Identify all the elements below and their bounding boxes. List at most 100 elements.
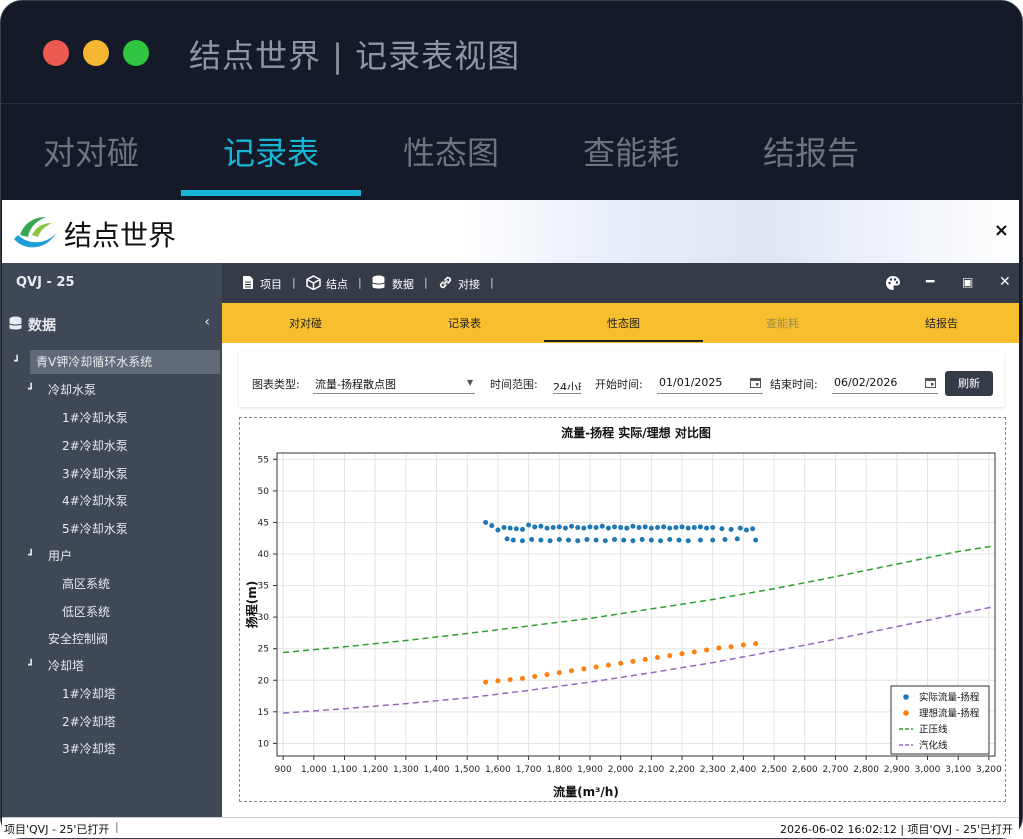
tree-collapse-icon[interactable]: ┛ <box>28 384 34 395</box>
toolbar-node-button[interactable]: 结点 <box>326 276 348 292</box>
toolbar-connect-button[interactable]: 对接 <box>458 276 480 292</box>
y-tick-label: 25 <box>258 645 269 655</box>
data-point-0 <box>728 526 734 532</box>
x-tick-label: 1,600 <box>485 765 511 775</box>
data-point-0 <box>575 538 581 544</box>
data-point-0 <box>630 538 636 544</box>
x-tick-label: 1,000 <box>301 765 327 775</box>
tree-item-users[interactable]: 用户 <box>48 544 72 568</box>
calendar-icon[interactable] <box>750 377 761 388</box>
sub-tab-records[interactable]: 记录表 <box>385 315 544 331</box>
tree-collapse-icon[interactable]: ┛ <box>28 660 34 671</box>
palette-icon[interactable] <box>885 275 901 291</box>
chevron-down-icon[interactable]: ▼ <box>467 378 473 387</box>
x-tick-label: 3,100 <box>945 765 971 775</box>
data-point-0 <box>612 524 618 530</box>
tree-item-pump-5[interactable]: 5#冷却水泵 <box>62 517 128 541</box>
sub-tab-energy: 查能耗 <box>766 317 799 330</box>
data-point-0 <box>639 536 645 542</box>
x-tick-label: 1,700 <box>516 765 542 775</box>
data-point-0 <box>667 525 673 531</box>
start-date-input[interactable]: 01/01/2025 <box>659 376 722 389</box>
close-icon[interactable]: × <box>994 220 1009 241</box>
tree-item-low-zone[interactable]: 低区系统 <box>62 600 110 624</box>
collapse-icon[interactable]: ‹ <box>204 314 210 330</box>
status-right-text: 2026-06-02 16:02:12 | 项目'QVJ - 25'已打开 <box>780 823 1013 836</box>
data-point-1 <box>507 677 513 683</box>
start-date-underline <box>657 393 763 394</box>
chart-type-label: 图表类型: <box>252 378 300 391</box>
data-point-0 <box>621 537 627 543</box>
main-tab-performance[interactable]: 性态图 <box>361 128 541 174</box>
x-tick-label: 2,300 <box>700 765 726 775</box>
x-tick-label: 3,000 <box>915 765 941 775</box>
toolbar-separator: | <box>358 276 362 289</box>
data-point-1 <box>581 666 587 672</box>
minimize-icon[interactable]: ━ <box>926 274 934 290</box>
toolbar-project-button[interactable]: 项目 <box>260 276 282 292</box>
tree-item-high-zone[interactable]: 高区系统 <box>62 572 110 596</box>
sub-tab-performance[interactable]: 性态图 <box>544 315 703 331</box>
tree-item-pump-1[interactable]: 1#冷却水泵 <box>62 406 128 430</box>
brand-logo-icon <box>14 217 56 248</box>
main-tab-records[interactable]: 记录表 <box>181 128 361 174</box>
plot-area <box>276 452 996 757</box>
calendar-icon[interactable] <box>925 377 936 388</box>
tree-item-system[interactable]: 青V钾冷却循环水系统 <box>30 350 220 374</box>
main-tab-collide[interactable]: 对对碰 <box>1 128 181 174</box>
data-point-1 <box>618 660 624 666</box>
sidebar-data-section[interactable]: 数据 ‹ <box>2 311 222 339</box>
data-point-0 <box>719 526 725 532</box>
status-left-text: 项目'QVJ - 25'已打开 <box>4 823 110 836</box>
maximize-window-button[interactable] <box>123 40 149 66</box>
data-point-1 <box>740 642 746 648</box>
sub-tab-collide[interactable]: 对对碰 <box>226 315 385 331</box>
data-point-0 <box>538 523 544 529</box>
y-tick-label: 15 <box>258 708 269 718</box>
data-point-0 <box>691 524 697 530</box>
end-date-input[interactable]: 06/02/2026 <box>834 376 897 389</box>
link-icon <box>439 276 452 289</box>
tree-item-pump-group[interactable]: 冷却水泵 <box>48 378 96 402</box>
x-tick-label: 900 <box>275 765 292 775</box>
tree-item-pump-2[interactable]: 2#冷却水泵 <box>62 434 128 458</box>
data-point-0 <box>673 524 679 530</box>
data-point-0 <box>618 524 624 530</box>
tree-collapse-icon[interactable]: ┛ <box>14 356 20 367</box>
close-window-button[interactable] <box>43 40 69 66</box>
tree-collapse-icon[interactable]: ┛ <box>28 550 34 561</box>
time-range-underline <box>553 393 581 394</box>
tree-item-safety-valve[interactable]: 安全控制阀 <box>48 627 108 651</box>
minimize-window-button[interactable] <box>83 40 109 66</box>
chart-title: 流量-扬程 实际/理想 对比图 <box>561 425 711 440</box>
project-name: QVJ - 25 <box>16 275 75 290</box>
tree-item-tower-2[interactable]: 2#冷却塔 <box>62 710 116 734</box>
data-point-0 <box>538 537 544 543</box>
tree-item-tower-1[interactable]: 1#冷却塔 <box>62 682 116 706</box>
chart-type-underline <box>313 393 475 394</box>
data-point-0 <box>599 523 605 529</box>
data-point-1 <box>556 670 562 676</box>
tree-item-pump-3[interactable]: 3#冷却水泵 <box>62 462 128 486</box>
data-point-1 <box>495 678 501 684</box>
sub-tab-report[interactable]: 结报告 <box>862 315 1021 331</box>
x-tick-label: 2,000 <box>608 765 634 775</box>
time-range-field[interactable]: 24小时 <box>553 376 581 390</box>
tree-item-pump-4[interactable]: 4#冷却水泵 <box>62 489 128 513</box>
x-tick-label: 2,400 <box>731 765 757 775</box>
toolbar-data-button[interactable]: 数据 <box>392 276 414 292</box>
sub-tab-bar: 对对碰 记录表 性态图 查能耗 结报告 <box>222 303 1019 343</box>
maximize-icon[interactable]: ▣ <box>962 275 973 289</box>
chart-type-select[interactable]: 流量-扬程散点图 <box>315 376 396 392</box>
main-tab-energy[interactable]: 查能耗 <box>541 128 721 174</box>
tree-item-tower-3[interactable]: 3#冷却塔 <box>62 737 116 761</box>
data-point-0 <box>489 523 495 529</box>
x-tick-label: 2,800 <box>853 765 879 775</box>
data-point-0 <box>697 537 703 543</box>
refresh-button[interactable]: 刷新 <box>945 371 993 396</box>
close-icon[interactable]: ✕ <box>999 274 1011 290</box>
data-point-0 <box>593 524 599 530</box>
tree-item-tower-group[interactable]: 冷却塔 <box>48 654 84 678</box>
data-point-1 <box>667 653 673 659</box>
main-tab-report[interactable]: 结报告 <box>721 128 901 174</box>
